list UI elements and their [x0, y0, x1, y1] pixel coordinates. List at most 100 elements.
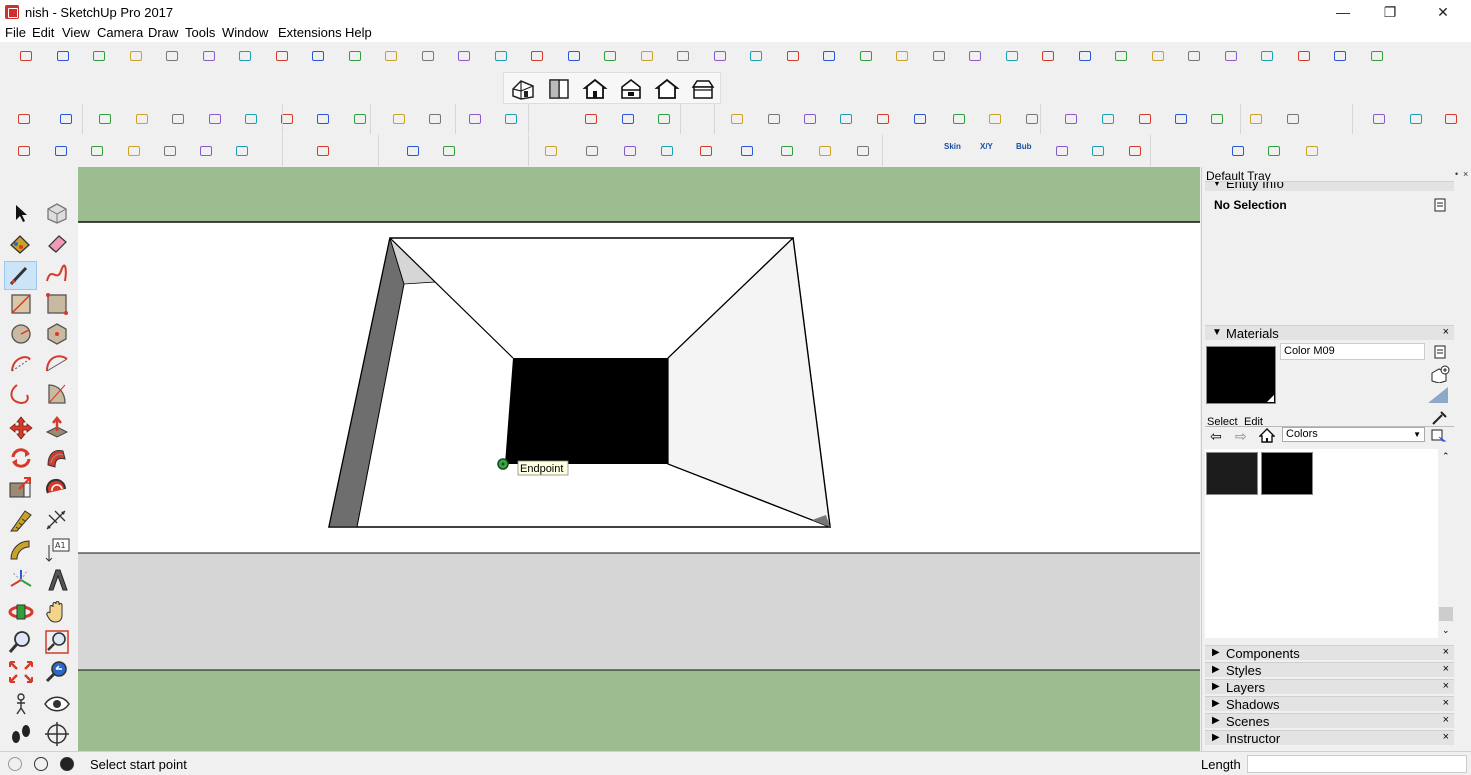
- library-dropdown[interactable]: Colors ▼: [1282, 427, 1425, 442]
- maximize-button[interactable]: ❐: [1367, 0, 1413, 24]
- rotate-tool[interactable]: [7, 445, 35, 471]
- materials-header[interactable]: ▼ Materials ×: [1205, 325, 1454, 341]
- home-icon[interactable]: [1259, 428, 1275, 443]
- orbit-tool[interactable]: [7, 599, 35, 625]
- top-view-icon[interactable]: [546, 77, 572, 101]
- position-camera-tool[interactable]: [7, 691, 35, 717]
- right-view-icon[interactable]: [618, 77, 644, 101]
- toolbar-tool-icon[interactable]: [1024, 111, 1040, 127]
- minimize-button[interactable]: —: [1320, 0, 1366, 24]
- toolbar-tool-icon[interactable]: [817, 143, 833, 159]
- back-view-icon[interactable]: [654, 77, 680, 101]
- xy-tool-label[interactable]: X/Y: [980, 142, 993, 151]
- toolbar-tool-icon[interactable]: [656, 111, 672, 127]
- material-swatch-1[interactable]: [1206, 452, 1258, 495]
- toolbar-tool-icon[interactable]: [698, 143, 714, 159]
- freehand-tool[interactable]: [43, 261, 71, 287]
- toolbar-tool-icon[interactable]: [16, 111, 32, 127]
- polygon-tool[interactable]: [43, 321, 71, 347]
- skin-tool-label[interactable]: Skin: [944, 142, 961, 151]
- close-window-button[interactable]: ✕: [1420, 0, 1466, 24]
- move-tool[interactable]: [7, 415, 35, 441]
- toolbar-tool-icon[interactable]: [18, 48, 34, 64]
- menu-draw[interactable]: Draw: [148, 25, 178, 40]
- toolbar-tool-icon[interactable]: [1369, 48, 1385, 64]
- toolbar-tool-icon[interactable]: [766, 111, 782, 127]
- toolbar-tool-icon[interactable]: [659, 143, 675, 159]
- toolbar-tool-icon[interactable]: [951, 111, 967, 127]
- toolbar-tool-icon[interactable]: [1090, 143, 1106, 159]
- protractor-tool[interactable]: [7, 537, 35, 563]
- menu-tools[interactable]: Tools: [185, 25, 215, 40]
- toolbar-tool-icon[interactable]: [55, 48, 71, 64]
- toolbar-tool-icon[interactable]: [1113, 48, 1129, 64]
- pie-tool[interactable]: [43, 381, 71, 407]
- toolbar-tool-icon[interactable]: [420, 48, 436, 64]
- toolbar-tool-icon[interactable]: [456, 48, 472, 64]
- toolbar-tool-icon[interactable]: [53, 143, 69, 159]
- zoom-tool[interactable]: [7, 629, 35, 655]
- styles-panel-header[interactable]: ▶ Styles ×: [1205, 662, 1454, 678]
- toolbar-tool-icon[interactable]: [162, 143, 178, 159]
- panel-close-icon[interactable]: ×: [1443, 731, 1449, 743]
- toolbar-tool-icon[interactable]: [1077, 48, 1093, 64]
- toolbar-tool-icon[interactable]: [58, 111, 74, 127]
- back-arrow-icon[interactable]: ⇦: [1210, 428, 1222, 445]
- toolbar-tool-icon[interactable]: [1443, 111, 1459, 127]
- toolbar-tool-icon[interactable]: [16, 143, 32, 159]
- scroll-down-icon[interactable]: ⌄: [1442, 625, 1450, 636]
- material-swatch-2[interactable]: [1261, 452, 1313, 495]
- toolbar-tool-icon[interactable]: [858, 48, 874, 64]
- menu-help[interactable]: Help: [345, 25, 372, 40]
- toolbar-tool-icon[interactable]: [1127, 143, 1143, 159]
- follow-me-tool[interactable]: [43, 445, 71, 471]
- zoom-extents-tool[interactable]: [7, 659, 35, 685]
- measurements-box[interactable]: [1247, 755, 1467, 773]
- section-plane-tool[interactable]: [43, 721, 71, 747]
- menu-view[interactable]: View: [62, 25, 90, 40]
- toolbar-tool-icon[interactable]: [234, 143, 250, 159]
- toolbar-tool-icon[interactable]: [675, 48, 691, 64]
- toolbar-tool-icon[interactable]: [1296, 48, 1312, 64]
- toolbar-tool-icon[interactable]: [310, 48, 326, 64]
- paint-bucket-tool[interactable]: [7, 230, 35, 256]
- toolbar-tool-icon[interactable]: [1040, 48, 1056, 64]
- credits-icon[interactable]: [34, 757, 48, 771]
- toolbar-tool-icon[interactable]: [912, 111, 928, 127]
- toolbar-tool-icon[interactable]: [493, 48, 509, 64]
- forward-arrow-icon[interactable]: ⇨: [1235, 428, 1247, 445]
- menu-edit[interactable]: Edit: [32, 25, 54, 40]
- toolbar-tool-icon[interactable]: [1304, 143, 1320, 159]
- toolbar-tool-icon[interactable]: [134, 111, 150, 127]
- toolbar-tool-icon[interactable]: [315, 111, 331, 127]
- toolbar-tool-icon[interactable]: [855, 143, 871, 159]
- swatch-scrollbar[interactable]: ⌃ ⌄: [1438, 449, 1454, 638]
- panel-close-icon[interactable]: ×: [1443, 680, 1449, 692]
- tray-close-icon[interactable]: ×: [1463, 169, 1468, 179]
- scenes-panel-header[interactable]: ▶ Scenes ×: [1205, 713, 1454, 729]
- panel-close-icon[interactable]: ×: [1443, 326, 1449, 338]
- menu-window[interactable]: Window: [222, 25, 268, 40]
- panel-close-icon[interactable]: ×: [1443, 646, 1449, 658]
- previous-view-tool[interactable]: [43, 659, 71, 685]
- toolbar-tool-icon[interactable]: [198, 143, 214, 159]
- material-details-icon[interactable]: [1434, 345, 1446, 359]
- three-point-arc-tool[interactable]: [7, 381, 35, 407]
- toolbar-tool-icon[interactable]: [987, 111, 1003, 127]
- toolbar-tool-icon[interactable]: [1230, 143, 1246, 159]
- toolbar-tool-icon[interactable]: [1248, 111, 1264, 127]
- toolbar-tool-icon[interactable]: [1063, 111, 1079, 127]
- toolbar-tool-icon[interactable]: [237, 48, 253, 64]
- toolbar-tool-icon[interactable]: [712, 48, 728, 64]
- toolbar-tool-icon[interactable]: [427, 111, 443, 127]
- line-tool[interactable]: [4, 261, 37, 290]
- tab-select[interactable]: Select: [1207, 416, 1238, 426]
- toolbar-tool-icon[interactable]: [467, 111, 483, 127]
- toolbar-tool-icon[interactable]: [391, 111, 407, 127]
- toolbar-tool-icon[interactable]: [602, 48, 618, 64]
- tab-edit[interactable]: Edit: [1244, 416, 1263, 426]
- pan-tool[interactable]: [43, 599, 71, 625]
- components-panel-header[interactable]: ▶ Components ×: [1205, 645, 1454, 661]
- two-point-arc-tool[interactable]: [43, 351, 71, 377]
- make-component-tool[interactable]: [43, 200, 71, 226]
